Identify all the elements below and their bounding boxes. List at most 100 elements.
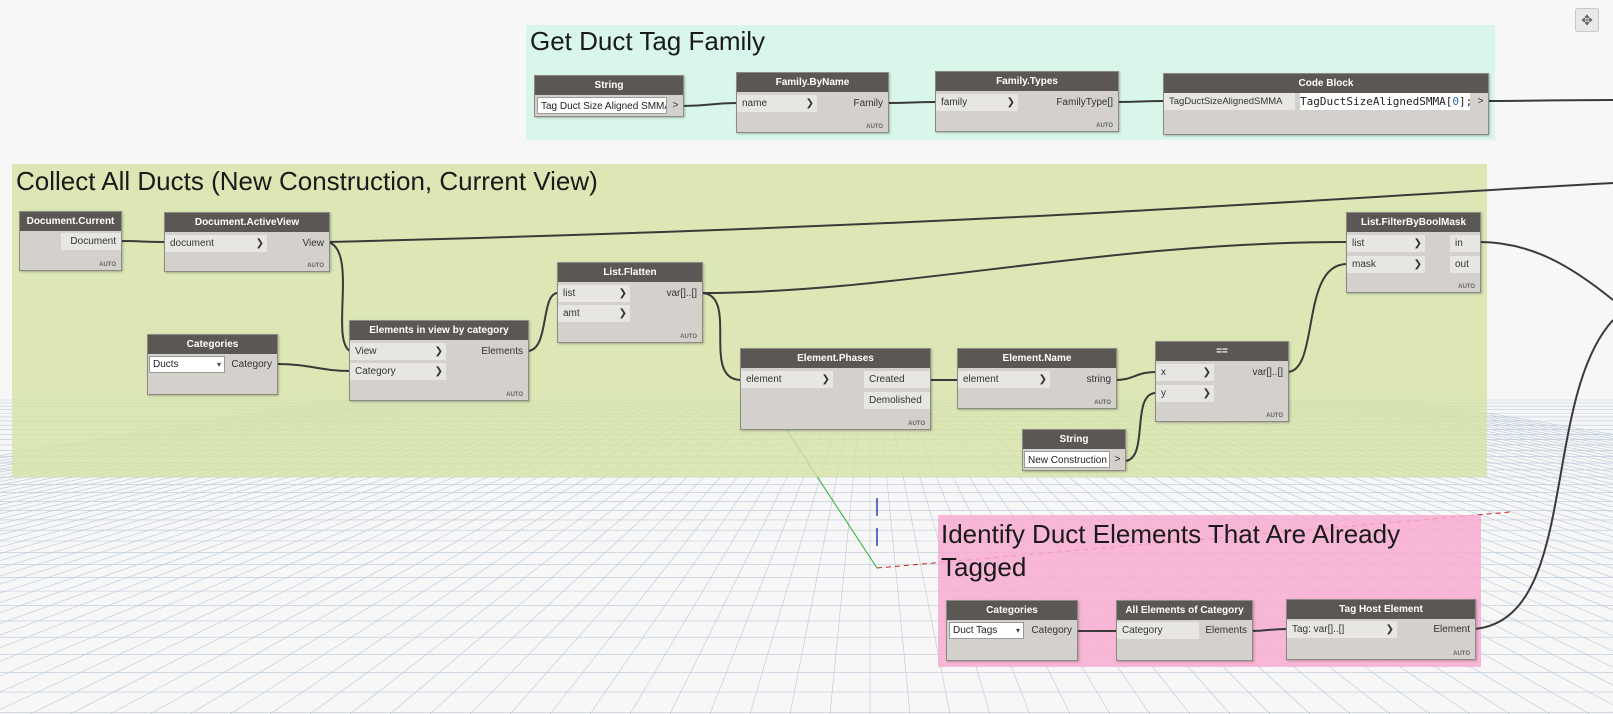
chevron-right-icon: ❯ xyxy=(1413,259,1422,270)
input-port-document[interactable]: document ❯ xyxy=(165,235,267,252)
output-port-family[interactable]: Family xyxy=(818,95,888,112)
input-port-name[interactable]: name ❯ xyxy=(737,95,817,112)
node-family-types[interactable]: Family.Types family ❯ FamilyType[] AUTO xyxy=(935,71,1119,132)
input-port-tag[interactable]: Tag: var[]..[] ❯ xyxy=(1287,621,1397,638)
node-list-flatten[interactable]: List.Flatten list ❯ amt ❯ var[]..[] AUTO xyxy=(557,262,703,343)
node-title: Family.ByName xyxy=(737,73,888,92)
output-port-category[interactable]: Category xyxy=(227,356,277,373)
output-port-created[interactable]: Created xyxy=(864,371,930,388)
chevron-right-icon: ❯ xyxy=(805,98,814,109)
node-document-activeview[interactable]: Document.ActiveView document ❯ View AUTO xyxy=(164,212,330,272)
output-port-document[interactable]: Document xyxy=(61,233,121,250)
chevron-right-icon: ❯ xyxy=(821,374,830,385)
group-title: Collect All Ducts (New Construction, Cur… xyxy=(16,166,598,196)
port-label: View xyxy=(355,346,377,357)
input-port-view[interactable]: View ❯ xyxy=(350,343,446,360)
input-port-x[interactable]: x ❯ xyxy=(1156,364,1214,381)
chevron-down-icon: ▾ xyxy=(216,360,221,369)
port-label: list xyxy=(1352,238,1365,249)
output-port-elements[interactable]: Elements xyxy=(1197,622,1252,639)
lacing-label: AUTO xyxy=(307,263,324,269)
output-port-string[interactable]: string xyxy=(1056,371,1116,388)
input-port-element[interactable]: element ❯ xyxy=(741,371,833,388)
lacing-label: AUTO xyxy=(1453,651,1470,657)
port-label: list xyxy=(563,288,576,299)
node-element-phases[interactable]: Element.Phases element ❯ Created Demolish… xyxy=(740,348,931,430)
node-document-current[interactable]: Document.Current Document AUTO xyxy=(19,211,122,271)
input-port-family[interactable]: family ❯ xyxy=(936,94,1018,111)
node-title: Code Block xyxy=(1164,74,1488,93)
output-port-var[interactable]: var[]..[] xyxy=(1228,364,1288,381)
node-string[interactable]: String Tag Duct Size Aligned SMMA > xyxy=(534,75,684,117)
chevron-down-icon: ▾ xyxy=(1015,626,1020,635)
node-categories-duct-tags[interactable]: Categories Duct Tags ▾ Category xyxy=(946,600,1078,661)
lacing-label: AUTO xyxy=(506,392,523,398)
chevron-right-icon: ❯ xyxy=(255,238,264,249)
lacing-label: AUTO xyxy=(1458,284,1475,290)
node-title: All Elements of Category xyxy=(1117,601,1252,620)
node-title: Document.ActiveView xyxy=(165,213,329,232)
node-all-elements-of-category[interactable]: All Elements of Category Category Elemen… xyxy=(1116,600,1253,661)
port-label: document xyxy=(170,238,214,249)
node-elements-in-view-by-category[interactable]: Elements in view by category View ❯ Categ… xyxy=(349,320,529,401)
output-port[interactable]: > xyxy=(1111,451,1124,468)
lacing-label: AUTO xyxy=(1266,413,1283,419)
input-port-mask[interactable]: mask ❯ xyxy=(1347,256,1425,273)
node-tag-host-element[interactable]: Tag Host Element Tag: var[]..[] ❯ Element… xyxy=(1286,599,1476,660)
category-dropdown[interactable]: Ducts ▾ xyxy=(149,356,225,373)
string-value-input[interactable]: Tag Duct Size Aligned SMMA xyxy=(537,97,667,114)
node-title: Categories xyxy=(947,601,1077,620)
string-value-input[interactable]: New Construction xyxy=(1024,451,1110,468)
lacing-label: AUTO xyxy=(680,334,697,340)
output-port-view[interactable]: View xyxy=(289,235,329,252)
output-port-var[interactable]: var[]..[] xyxy=(642,285,702,302)
node-element-name[interactable]: Element.Name element ❯ string AUTO xyxy=(957,348,1117,409)
port-label: name xyxy=(742,98,768,109)
output-port-demolished[interactable]: Demolished xyxy=(864,392,930,409)
node-title: Elements in view by category xyxy=(350,321,528,340)
output-port-in[interactable]: in xyxy=(1450,235,1480,252)
input-port-element[interactable]: element ❯ xyxy=(958,371,1050,388)
port-label: Category xyxy=(355,366,396,377)
output-port-familytype[interactable]: FamilyType[] xyxy=(1028,94,1118,111)
output-port[interactable]: > xyxy=(669,97,682,114)
input-port-list[interactable]: list ❯ xyxy=(558,285,630,302)
node-list-filterbyboolmask[interactable]: List.FilterByBoolMask list ❯ mask ❯ in out… xyxy=(1346,212,1481,293)
chevron-right-icon: ❯ xyxy=(1202,388,1211,399)
lacing-label: AUTO xyxy=(866,124,883,130)
lacing-label: AUTO xyxy=(1094,400,1111,406)
node-title: Element.Phases xyxy=(741,349,930,368)
input-port-amt[interactable]: amt ❯ xyxy=(558,305,630,322)
code-editor[interactable]: TagDuctSizeAlignedSMMA[0]; xyxy=(1300,93,1472,110)
port-label: family xyxy=(941,97,968,108)
chevron-right-icon: ❯ xyxy=(618,308,627,319)
output-port[interactable]: > xyxy=(1474,93,1487,110)
output-port-category[interactable]: Category xyxy=(1027,622,1077,639)
node-title: Document.Current xyxy=(20,212,121,231)
node-family-byname[interactable]: Family.ByName name ❯ Family AUTO xyxy=(736,72,889,133)
node-code-block[interactable]: Code Block TagDuctSizeAlignedSMMA TagDuc… xyxy=(1163,73,1489,135)
group-title: Identify Duct Elements That Are Already … xyxy=(941,519,1401,582)
input-port-y[interactable]: y ❯ xyxy=(1156,385,1214,402)
input-port-list[interactable]: list ❯ xyxy=(1347,235,1425,252)
group-title: Get Duct Tag Family xyxy=(530,26,766,56)
node-equals[interactable]: == x ❯ y ❯ var[]..[] AUTO xyxy=(1155,341,1289,422)
chevron-right-icon: ❯ xyxy=(1006,97,1015,108)
output-port-elements[interactable]: Elements xyxy=(468,343,528,360)
node-categories-ducts[interactable]: Categories Ducts ▾ Category xyxy=(147,334,278,395)
lacing-label: AUTO xyxy=(1096,123,1113,129)
chevron-right-icon: ❯ xyxy=(1038,374,1047,385)
category-dropdown[interactable]: Duct Tags ▾ xyxy=(949,622,1024,639)
node-title: List.FilterByBoolMask xyxy=(1347,213,1480,232)
group-collect-all-ducts[interactable]: Collect All Ducts (New Construction, Cur… xyxy=(12,164,1487,477)
output-port-out[interactable]: out xyxy=(1450,256,1480,273)
move-icon[interactable]: ✥ xyxy=(1575,8,1599,32)
port-label: mask xyxy=(1352,259,1376,270)
input-port-category[interactable]: Category xyxy=(1117,622,1199,639)
output-port-element[interactable]: Element xyxy=(1415,621,1475,638)
node-string-new-construction[interactable]: String New Construction > xyxy=(1022,429,1126,471)
input-port-tagductsizealignedsmma[interactable]: TagDuctSizeAlignedSMMA xyxy=(1164,93,1295,110)
input-port-category[interactable]: Category ❯ xyxy=(350,363,446,380)
lacing-label: AUTO xyxy=(99,262,116,268)
port-label: amt xyxy=(563,308,580,319)
